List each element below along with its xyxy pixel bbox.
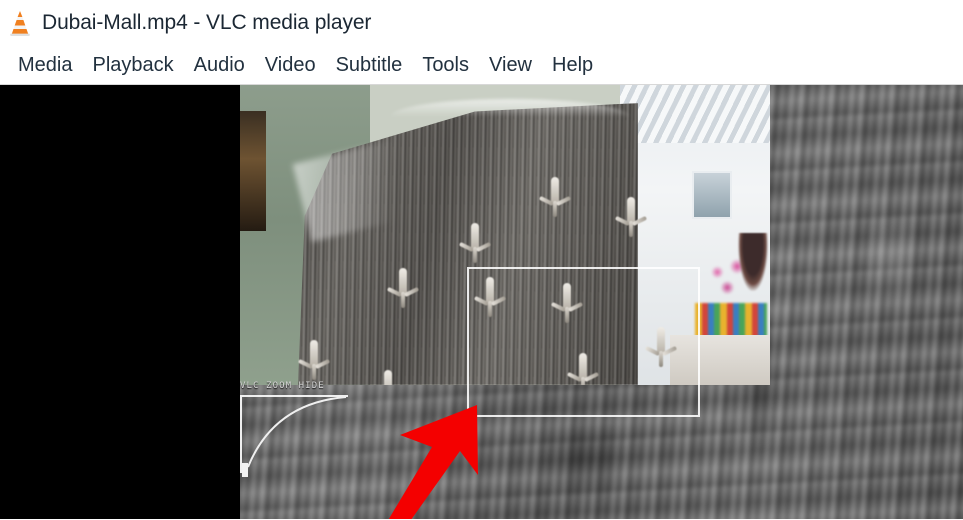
zoom-selection-rectangle[interactable] — [467, 267, 700, 417]
diver-sculpture — [458, 223, 492, 265]
shopfront — [240, 111, 266, 231]
menu-item-subtitle[interactable]: Subtitle — [326, 55, 413, 75]
menu-item-audio[interactable]: Audio — [184, 55, 255, 75]
vlc-cone-icon — [6, 9, 34, 37]
menu-item-media[interactable]: Media — [8, 55, 82, 75]
building-window — [692, 171, 732, 219]
glass-roof — [620, 85, 770, 143]
menu-item-video[interactable]: Video — [255, 55, 326, 75]
video-canvas[interactable]: VLC ZOOM HIDE — [0, 85, 963, 519]
window-title: Dubai-Mall.mp4 - VLC media player — [42, 10, 372, 34]
zoom-panel-label[interactable]: VLC ZOOM HIDE — [240, 381, 325, 391]
title-bar: Dubai-Mall.mp4 - VLC media player — [0, 0, 963, 45]
diver-sculpture — [538, 177, 572, 219]
menu-bar: Media Playback Audio Video Subtitle Tool… — [0, 45, 963, 85]
menu-item-playback[interactable]: Playback — [82, 55, 183, 75]
zoom-level-handle[interactable] — [242, 463, 248, 477]
shopper-figure — [738, 233, 768, 291]
zoom-level-arc-slider[interactable] — [238, 393, 356, 479]
menu-item-help[interactable]: Help — [542, 55, 603, 75]
menu-item-view[interactable]: View — [479, 55, 542, 75]
diver-sculpture — [614, 197, 648, 239]
menu-item-tools[interactable]: Tools — [412, 55, 479, 75]
diver-sculpture — [386, 268, 420, 310]
vlc-zoom-control-panel[interactable]: VLC ZOOM HIDE — [238, 381, 358, 477]
waterfall-crest — [390, 99, 630, 117]
diver-sculpture — [375, 370, 401, 385]
market-stall — [695, 303, 767, 337]
diver-sculpture — [297, 340, 331, 382]
